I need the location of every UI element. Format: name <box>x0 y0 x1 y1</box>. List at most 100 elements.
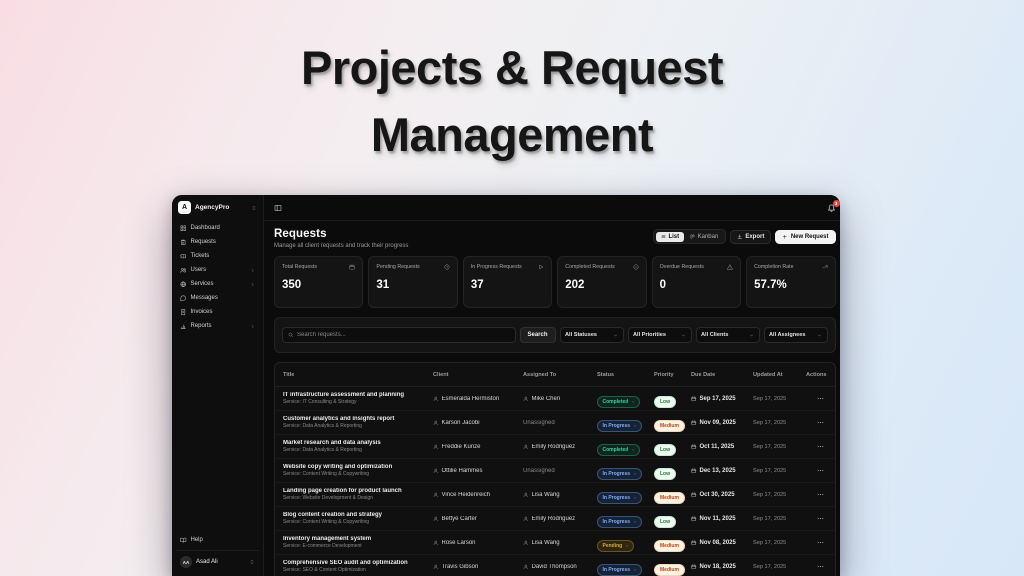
assignee-cell: Emily Rodriguez <box>523 516 597 522</box>
column-header-assigned-to: Assigned To <box>523 372 597 378</box>
client-cell: Vince Heidenreich <box>433 492 523 498</box>
sidebar-toggle-icon[interactable] <box>274 204 282 212</box>
calendar-icon <box>691 420 697 426</box>
updated-at-cell: Sep 17, 2025 <box>753 516 806 522</box>
filter-all-priorities[interactable]: All Priorities <box>628 327 692 343</box>
chevron-down-icon <box>625 544 629 548</box>
search-button[interactable]: Search <box>520 327 556 343</box>
export-label: Export <box>745 234 764 240</box>
user-icon <box>523 540 529 546</box>
status-badge[interactable]: In Progress <box>597 492 642 504</box>
sidebar-item-help[interactable]: Help <box>176 534 259 547</box>
help-icon <box>180 537 187 544</box>
table-row[interactable]: Blog content creation and strategy Servi… <box>275 507 835 531</box>
brand[interactable]: A AgencyPro <box>172 195 263 221</box>
hero-title: Projects & Request Management <box>0 34 1024 168</box>
client-cell: Karson Jacobi <box>433 420 523 426</box>
table-row[interactable]: Website copy writing and optimization Se… <box>275 459 835 483</box>
status-badge[interactable]: In Progress <box>597 516 642 528</box>
table-row[interactable]: Customer analytics and insights report S… <box>275 411 835 435</box>
request-service: Service: Content Writing & Copywriting <box>283 471 427 477</box>
calendar-icon <box>691 540 697 546</box>
column-header-title: Title <box>283 372 433 378</box>
requests-icon <box>180 239 187 246</box>
sidebar-item-dashboard[interactable]: Dashboard <box>176 222 259 235</box>
due-date-cell: Dec 13, 2025 <box>691 468 753 474</box>
row-actions-button[interactable]: ⋯ <box>806 443 827 451</box>
user-menu[interactable]: AA Asad Ali <box>176 550 259 570</box>
user-icon <box>433 540 439 546</box>
table-row[interactable]: IT infrastructure assessment and plannin… <box>275 387 835 411</box>
sidebar-item-invoices[interactable]: Invoices <box>176 306 259 319</box>
status-badge[interactable]: In Progress <box>597 468 642 480</box>
table-row[interactable]: Landing page creation for product launch… <box>275 483 835 507</box>
invoices-icon <box>180 309 187 316</box>
calendar-icon <box>691 444 697 450</box>
main-content: 3 Requests Manage all client requests an… <box>264 195 840 576</box>
list-icon <box>661 234 666 239</box>
sidebar-item-tickets[interactable]: Tickets <box>176 250 259 263</box>
request-title: IT infrastructure assessment and plannin… <box>283 392 427 398</box>
status-badge[interactable]: In Progress <box>597 564 642 576</box>
view-toggle-list[interactable]: List <box>656 232 684 242</box>
sidebar-item-services[interactable]: Services <box>176 278 259 291</box>
row-actions-button[interactable]: ⋯ <box>806 563 827 571</box>
new-request-button[interactable]: New Request <box>775 230 835 244</box>
new-request-label: New Request <box>791 234 829 240</box>
assignee-cell: Mike Chen <box>523 396 597 402</box>
avatar: AA <box>180 556 192 568</box>
assignee-cell: Unassigned <box>523 420 597 426</box>
due-date-cell: Oct 11, 2025 <box>691 444 753 450</box>
status-badge[interactable]: Pending <box>597 540 634 552</box>
row-actions-button[interactable]: ⋯ <box>806 419 827 427</box>
sidebar-item-requests[interactable]: Requests <box>176 236 259 249</box>
request-title: Landing page creation for product launch <box>283 488 427 494</box>
chevrons-up-down-icon[interactable] <box>251 205 257 211</box>
list-label: List <box>668 234 679 240</box>
column-header-client: Client <box>433 372 523 378</box>
row-actions-button[interactable]: ⋯ <box>806 395 827 403</box>
client-cell: Bettye Carter <box>433 516 523 522</box>
chevron-down-icon <box>631 400 635 404</box>
alert-triangle-icon <box>727 264 733 270</box>
table-row[interactable]: Market research and data analysis Servic… <box>275 435 835 459</box>
filter-all-statuses[interactable]: All Statuses <box>560 327 624 343</box>
page-title: Requests <box>274 228 408 240</box>
stat-value: 57.7% <box>754 279 827 291</box>
sidebar-item-messages[interactable]: Messages <box>176 292 259 305</box>
user-icon <box>433 564 439 570</box>
stat-card: Completed Requests 202 <box>557 256 646 308</box>
chevron-down-icon <box>633 424 637 428</box>
clock-icon <box>444 264 450 270</box>
search-input[interactable] <box>297 332 510 338</box>
table-row[interactable]: Inventory management system Service: E-c… <box>275 531 835 555</box>
row-actions-button[interactable]: ⋯ <box>806 491 827 499</box>
request-title: Comprehensive SEO audit and optimization <box>283 560 427 566</box>
status-badge[interactable]: In Progress <box>597 420 642 432</box>
row-actions-button[interactable]: ⋯ <box>806 467 827 475</box>
filter-all-assignees[interactable]: All Assignees <box>764 327 828 343</box>
due-date-cell: Oct 30, 2025 <box>691 492 753 498</box>
stat-label: In Progress Requests <box>471 264 522 270</box>
reports-icon <box>180 323 187 330</box>
table-body: IT infrastructure assessment and plannin… <box>275 387 835 576</box>
user-icon <box>523 516 529 522</box>
calendar-icon <box>349 264 355 270</box>
assignee-cell: Emily Rodriguez <box>523 444 597 450</box>
user-icon <box>523 396 529 402</box>
notifications-button[interactable]: 3 <box>827 203 836 212</box>
filter-all-clients[interactable]: All Clients <box>696 327 760 343</box>
sidebar-item-reports[interactable]: Reports <box>176 320 259 333</box>
user-icon <box>433 420 439 426</box>
request-title: Blog content creation and strategy <box>283 512 427 518</box>
stat-card: Completion Rate 57.7% <box>746 256 835 308</box>
sidebar-item-users[interactable]: Users <box>176 264 259 277</box>
status-badge[interactable]: Completed <box>597 396 640 408</box>
status-badge[interactable]: Completed <box>597 444 640 456</box>
view-toggle-kanban[interactable]: Kanban <box>685 232 723 242</box>
request-title: Inventory management system <box>283 536 427 542</box>
row-actions-button[interactable]: ⋯ <box>806 515 827 523</box>
table-row[interactable]: Comprehensive SEO audit and optimization… <box>275 555 835 576</box>
row-actions-button[interactable]: ⋯ <box>806 539 827 547</box>
export-button[interactable]: Export <box>730 230 772 244</box>
